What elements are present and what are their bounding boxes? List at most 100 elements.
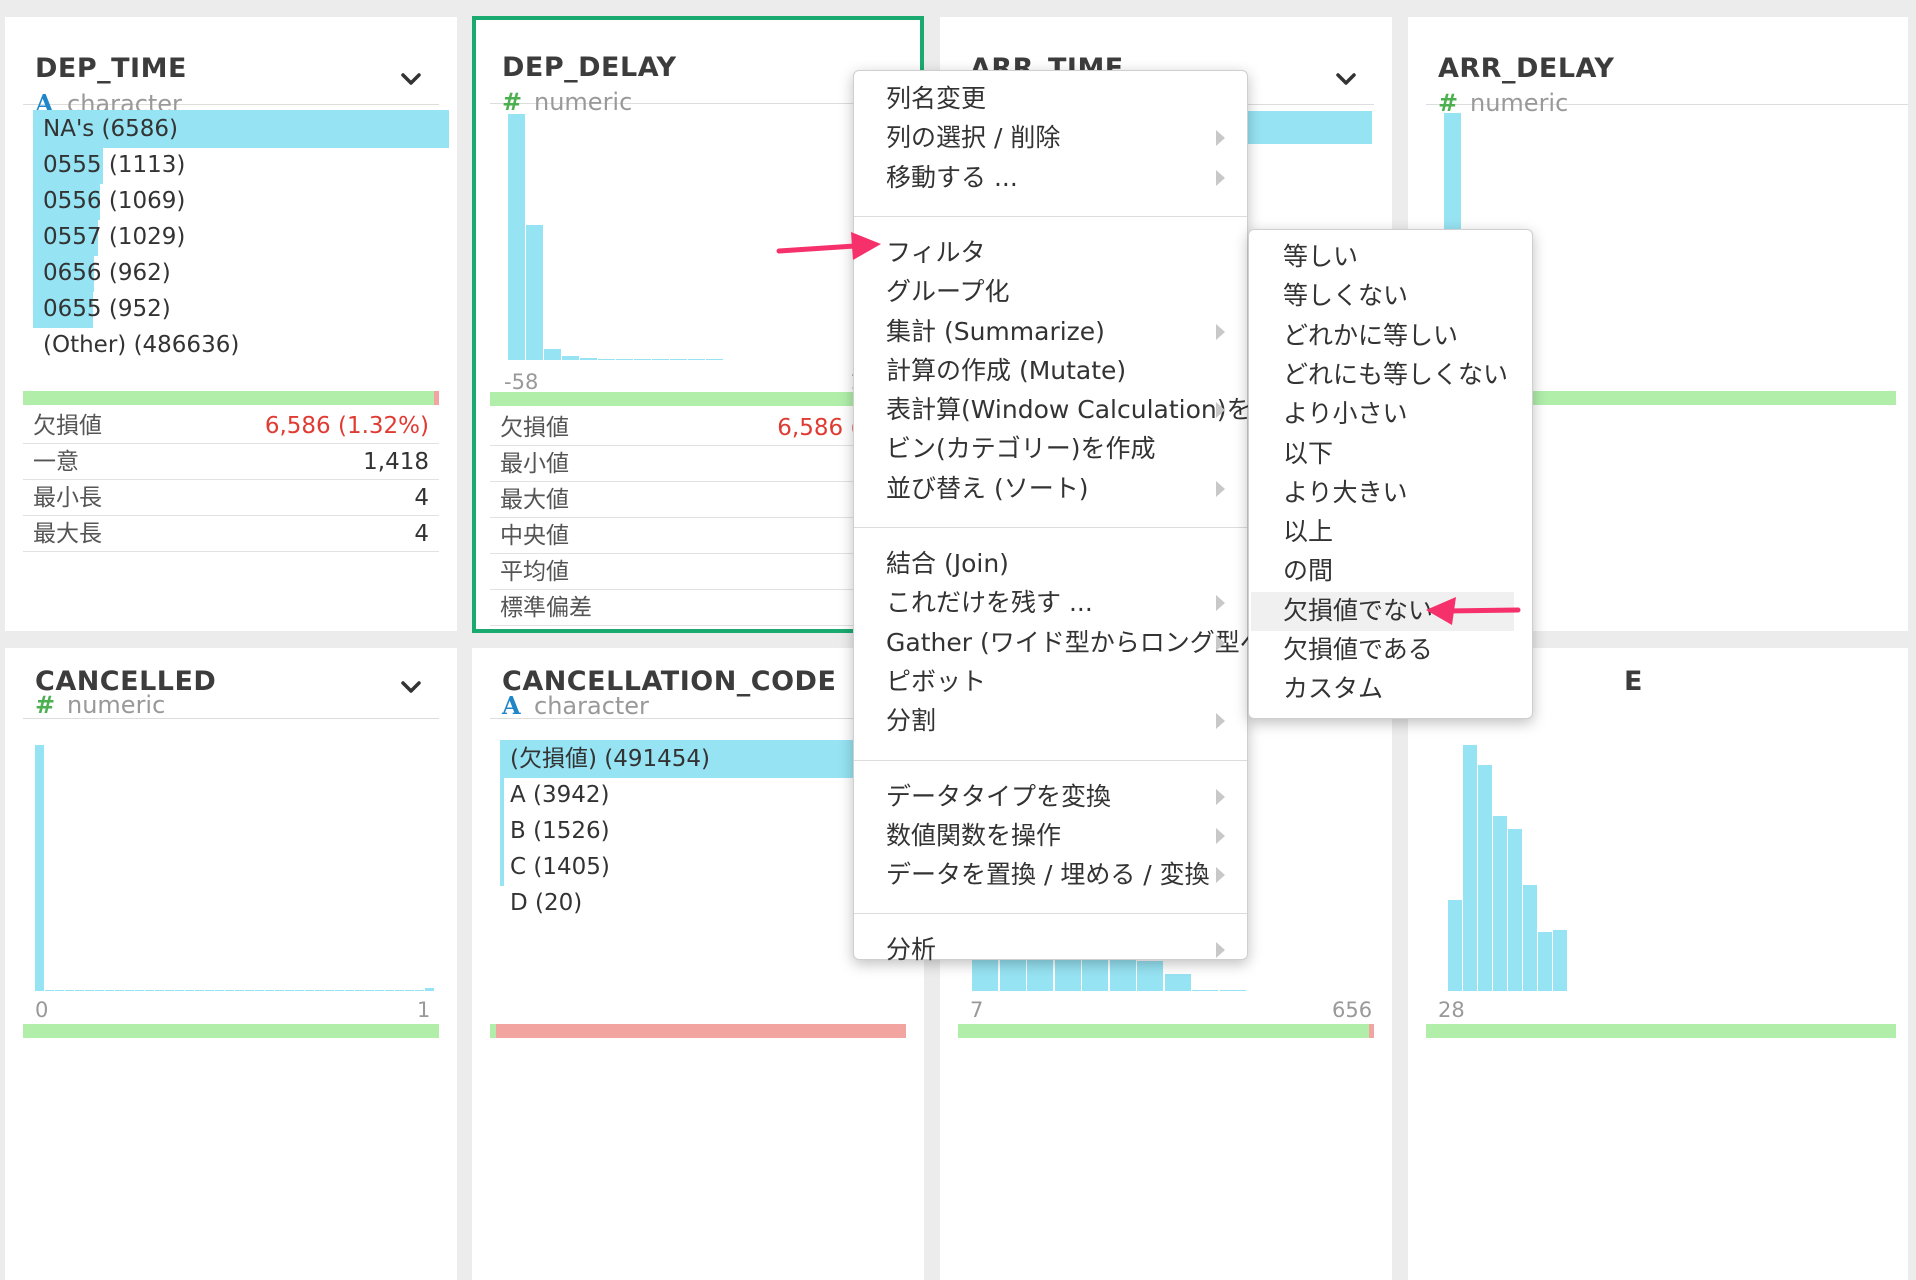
menu-item[interactable]: 並び替え (ソート) [854,470,1247,509]
filter-option[interactable]: の間 [1249,552,1532,591]
histogram-bar[interactable] [185,990,194,991]
histogram-bar[interactable] [688,359,705,360]
filter-option[interactable]: どれかに等しい [1249,317,1532,356]
histogram-bar[interactable] [580,357,597,360]
histogram-bar[interactable] [706,359,723,360]
histogram-bar[interactable] [165,990,174,991]
filter-option[interactable]: 等しい [1249,238,1532,277]
menu-item[interactable]: データを置換 / 埋める / 変換 [854,856,1247,895]
histogram-bar[interactable] [1508,828,1522,991]
histogram-bar[interactable] [215,990,224,991]
histogram-bar[interactable] [65,990,74,991]
histogram-bar[interactable] [325,990,334,991]
histogram-bar[interactable] [295,990,304,991]
histogram-bar[interactable] [45,990,54,991]
filter-option[interactable]: より小さい [1249,395,1532,434]
histogram-bar[interactable] [345,990,354,991]
histogram-bar[interactable] [425,988,434,991]
histogram-bar[interactable] [245,990,254,991]
histogram-bar[interactable] [385,990,394,991]
value-item[interactable]: D (20) [500,884,582,922]
menu-item[interactable]: グループ化 [854,273,1247,312]
filter-option[interactable]: どれにも等しくない [1249,356,1532,395]
filter-option[interactable]: 等しくない [1249,277,1532,316]
histogram-bar[interactable] [205,990,214,991]
histogram-bar[interactable] [285,990,294,991]
histogram-bar[interactable] [395,990,404,991]
filter-option[interactable]: より大きい [1249,474,1532,513]
histogram-bar[interactable] [225,990,234,991]
value-item[interactable]: 0655 (952) [33,290,171,328]
histogram-bar[interactable] [355,990,364,991]
histogram-bar[interactable] [634,359,651,360]
histogram-bar[interactable] [1523,885,1537,991]
value-item[interactable]: 0557 (1029) [33,218,185,256]
histogram-bar[interactable] [616,358,633,360]
histogram-bar[interactable] [365,990,374,991]
menu-item[interactable]: 移動する ... [854,159,1247,198]
histogram-bar[interactable] [1448,899,1462,991]
menu-item[interactable]: 結合 (Join) [854,545,1247,584]
menu-item[interactable]: 列名変更 [854,80,1247,119]
histogram-bar[interactable] [135,990,144,991]
chevron-down-icon[interactable] [397,67,425,91]
histogram-bar[interactable] [652,359,669,360]
histogram-bar[interactable] [55,990,64,991]
histogram-bar[interactable] [315,990,324,991]
histogram-bar[interactable] [125,990,134,991]
menu-item[interactable]: ビン(カテゴリー)を作成 [854,430,1247,469]
histogram-bar[interactable] [544,348,561,360]
histogram-bar[interactable] [598,358,615,360]
filter-option[interactable]: 欠損値である [1249,631,1532,670]
histogram-bar[interactable] [35,745,44,991]
histogram-bar[interactable] [670,359,687,360]
menu-item[interactable]: データタイプを変換 [854,778,1247,817]
value-item[interactable]: (欠損値) (491454) [500,740,916,778]
histogram-bar[interactable] [1463,745,1477,991]
histogram-bar[interactable] [255,990,264,991]
menu-item[interactable]: 数値関数を操作 [854,817,1247,856]
value-item[interactable]: A (3942) [500,776,610,814]
filter-option[interactable]: 以上 [1249,513,1532,552]
histogram-bar[interactable] [562,356,579,360]
histogram-bar[interactable] [405,990,414,991]
histogram-bar[interactable] [1219,990,1246,991]
value-item[interactable]: 0556 (1069) [33,182,185,220]
histogram-bar[interactable] [75,990,84,991]
histogram-bar[interactable] [105,990,114,991]
menu-item[interactable]: 列の選択 / 削除 [854,119,1247,158]
menu-item[interactable]: 集計 (Summarize) [854,313,1247,352]
histogram-bar[interactable] [508,114,525,360]
histogram-bar[interactable] [526,224,543,360]
histogram-bar[interactable] [175,990,184,991]
histogram-bar[interactable] [1478,764,1492,991]
column-card-cancelled[interactable]: CANCELLED # numeric 0 1 [5,648,457,1280]
menu-item[interactable]: 表計算(Window Calculation)を作成 [854,391,1302,430]
filter-option[interactable]: カスタム [1249,670,1532,709]
histogram-bar[interactable] [145,990,154,991]
chevron-down-icon[interactable] [1332,67,1360,91]
histogram-bar[interactable] [1192,990,1218,991]
histogram-bar[interactable] [195,990,204,991]
histogram-bar[interactable] [1164,973,1191,991]
histogram-bar[interactable] [265,990,274,991]
histogram-bar[interactable] [85,990,94,991]
histogram-bar[interactable] [335,990,344,991]
menu-item[interactable]: これだけを残す ... [854,584,1247,623]
histogram-bar[interactable] [1538,931,1552,991]
menu-item[interactable]: Gather (ワイド型からロング型へ) [854,624,1274,663]
menu-item[interactable]: 分割 [854,702,1247,741]
filter-option[interactable]: 以下 [1249,435,1532,474]
chevron-down-icon[interactable] [397,675,425,699]
value-item[interactable]: C (1405) [500,848,610,886]
column-card-bottom-fourth[interactable]: E 28 [1408,648,1908,1280]
histogram-bar[interactable] [115,990,124,991]
histogram-bar[interactable] [275,990,284,991]
value-item[interactable]: 0555 (1113) [33,146,185,184]
histogram-bar[interactable] [1493,816,1507,991]
column-card-dep-time[interactable]: DEP_TIME Acharacter NA's (6586) 0555 (111… [5,17,457,631]
value-item[interactable]: 0656 (962) [33,254,171,292]
histogram-bar[interactable] [1553,929,1567,991]
histogram-bar[interactable] [95,990,104,991]
menu-item[interactable]: フィルタ [854,234,1247,273]
